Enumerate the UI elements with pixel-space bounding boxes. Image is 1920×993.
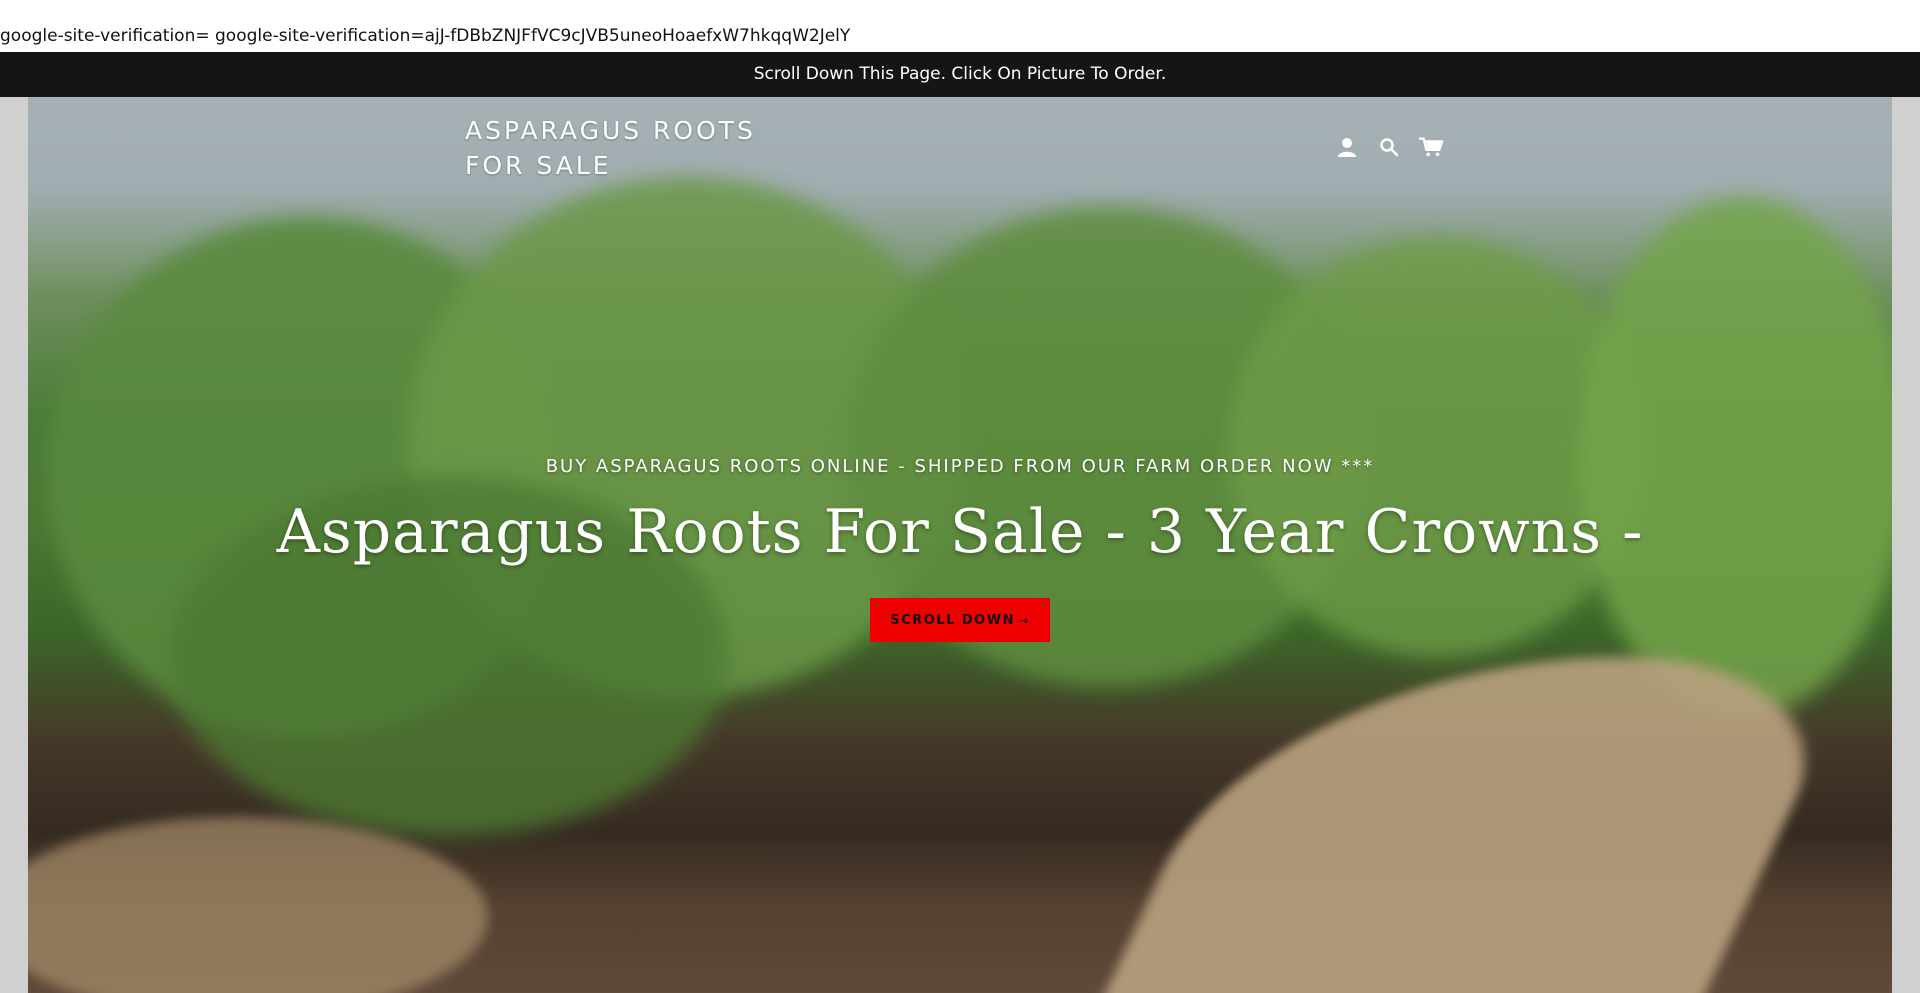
dirt-path-shape bbox=[28, 817, 488, 993]
account-icon[interactable] bbox=[1334, 134, 1360, 160]
scroll-down-button[interactable]: SCROLL DOWN → bbox=[870, 598, 1050, 642]
announcement-bar[interactable]: Scroll Down This Page. Click On Picture … bbox=[0, 52, 1920, 97]
announcement-text: Scroll Down This Page. Click On Picture … bbox=[753, 64, 1167, 84]
search-icon[interactable] bbox=[1376, 134, 1402, 160]
scroll-down-label: SCROLL DOWN bbox=[890, 612, 1015, 628]
account-icon-svg bbox=[1338, 138, 1356, 157]
header-icons bbox=[1334, 134, 1444, 160]
hero-subtitle: BUY ASPARAGUS ROOTS ONLINE - SHIPPED FRO… bbox=[545, 456, 1375, 477]
site-logo[interactable]: ASPARAGUS ROOTS FOR SALE bbox=[465, 113, 785, 183]
dirt-path-shape bbox=[1094, 657, 1862, 993]
hero-headline: Asparagus Roots For Sale - 3 Year Crowns… bbox=[276, 497, 1644, 567]
cart-icon-svg bbox=[1418, 137, 1444, 157]
search-icon-svg bbox=[1380, 138, 1399, 157]
site-verification-text: google-site-verification= google-site-ve… bbox=[0, 26, 851, 46]
cart-icon[interactable] bbox=[1418, 134, 1444, 160]
arrow-right-icon: → bbox=[1018, 613, 1030, 627]
